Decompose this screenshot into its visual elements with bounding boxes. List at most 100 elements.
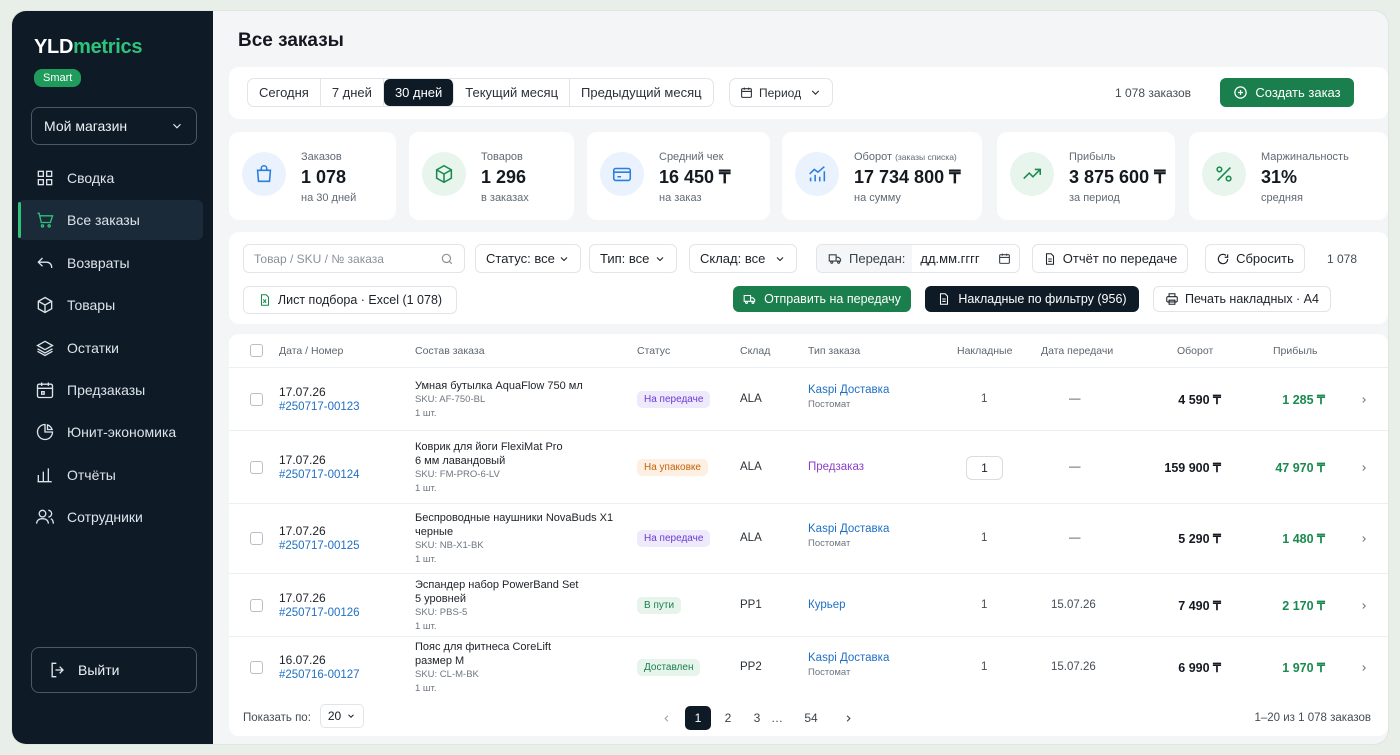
product-name: черные [415, 526, 454, 538]
period-tab-1[interactable]: 7 дней [321, 79, 384, 106]
transfer-report-button[interactable]: Отчёт по передаче [1032, 244, 1188, 273]
product-name: 5 уровней [415, 592, 466, 605]
order-date: 17.07.26 [279, 524, 326, 538]
sidebar: YLDmetrics Smart Мой магазин Сводка Все з… [12, 11, 213, 744]
stat-label: Прибыль [1069, 151, 1116, 163]
order-profit: 1 480 ₸ [1282, 532, 1325, 546]
status-filter[interactable]: Статус: все [475, 244, 581, 273]
row-checkbox[interactable] [250, 598, 263, 612]
row-open-button[interactable] [1359, 662, 1369, 676]
order-type-sub: Постомат [808, 538, 851, 549]
row-checkbox[interactable] [250, 460, 263, 474]
sidebar-item-2[interactable]: Возвраты [18, 243, 203, 283]
cube-icon [435, 164, 453, 184]
row-open-button[interactable] [1359, 533, 1369, 547]
period-picker[interactable]: Период [729, 78, 834, 107]
sidebar-item-1[interactable]: Все заказы [18, 200, 203, 241]
next-page-button[interactable] [835, 706, 861, 730]
create-order-button[interactable]: Создать заказ [1220, 78, 1354, 107]
invoice-count: 1 [981, 598, 988, 611]
stat-sub: на 30 дней [301, 192, 357, 204]
chevron-right-icon [1362, 396, 1366, 403]
order-type[interactable]: Kaspi Доставка [808, 523, 889, 535]
row-open-button[interactable] [1359, 600, 1369, 614]
order-type-sub: Постомат [808, 667, 851, 678]
page-button[interactable]: 1 [685, 706, 711, 730]
table-row[interactable]: 17.07.26 #250717-00125 Беспроводные наушни… [229, 504, 1388, 574]
order-type[interactable]: Предзаказ [808, 461, 864, 473]
chevron-down-icon [811, 90, 820, 95]
print-invoices-button[interactable]: Печать накладных · A4 [1153, 286, 1331, 312]
chevron-down-icon [560, 256, 568, 261]
period-tab-3[interactable]: Текущий месяц [454, 79, 571, 106]
row-checkbox[interactable] [250, 392, 263, 406]
transfer-date-value: дд.мм.гггг [920, 251, 980, 266]
sidebar-item-4[interactable]: Остатки [18, 328, 203, 368]
picklist-excel-button[interactable]: Лист подбора · Excel (1 078) [243, 286, 457, 314]
stat-value: 3 875 600 ₸ [1069, 167, 1166, 187]
search-input[interactable]: Товар / SKU / № заказа [243, 244, 465, 273]
bar-chart-icon [37, 468, 52, 483]
warehouse-code: PP2 [740, 661, 762, 673]
type-filter[interactable]: Тип: все [589, 244, 677, 273]
page-button[interactable]: 54 [798, 706, 824, 730]
stat-label: Средний чек [659, 151, 724, 163]
prev-page-button[interactable] [653, 706, 679, 730]
stat-card: Оборот (заказы списка) 17 734 800 ₸ на сум… [782, 132, 982, 220]
order-profit: 1 970 ₸ [1282, 661, 1325, 675]
page-button[interactable]: 3 [744, 706, 770, 730]
sidebar-item-label: Все заказы [67, 212, 140, 229]
sidebar-item-7[interactable]: Отчёты [18, 455, 203, 495]
invoice-count-input[interactable]: 1 [966, 455, 1003, 480]
warehouse-filter[interactable]: Склад: все [689, 244, 797, 273]
product-name: Умная бутылка AquaFlow 750 мл [415, 379, 583, 392]
table-row[interactable]: 16.07.26 #250716-00127 Пояс для фитнеса Co… [229, 637, 1388, 699]
order-number-link[interactable]: #250717-00126 [279, 607, 360, 619]
row-checkbox[interactable] [250, 661, 263, 674]
column-header: Дата передачи [1041, 345, 1114, 357]
row-checkbox[interactable] [250, 532, 263, 545]
product-sku: SKU: AF-750-BL [415, 393, 486, 405]
period-bar: Сегодня 7 дней 30 дней Текущий месяц Предыду… [229, 67, 1388, 119]
period-tab-4[interactable]: Предыдущий месяц [570, 79, 713, 106]
page-button[interactable]: 2 [715, 706, 741, 730]
logout-button[interactable]: Выйти [31, 647, 197, 693]
transfer-date-input[interactable]: дд.мм.гггг [912, 251, 1019, 266]
sidebar-item-label: Возвраты [67, 254, 130, 271]
stat-sub: в заказах [481, 192, 529, 204]
sidebar-item-5[interactable]: Предзаказы [18, 370, 203, 410]
order-number-link[interactable]: #250717-00125 [279, 540, 360, 552]
order-type[interactable]: Kaspi Доставка [808, 652, 889, 664]
sidebar-item-3[interactable]: Товары [18, 285, 203, 325]
period-tab-0[interactable]: Сегодня [248, 79, 321, 106]
sidebar-item-6[interactable]: Юнит-экономика [18, 412, 203, 452]
reset-button[interactable]: Сбросить [1205, 244, 1305, 273]
return-arrow-icon [37, 257, 53, 268]
sidebar-item-0[interactable]: Сводка [18, 158, 203, 198]
transfer-date-filter[interactable]: Передан: дд.мм.гггг [816, 244, 1020, 273]
order-number-link[interactable]: #250716-00127 [279, 669, 360, 681]
row-open-button[interactable] [1359, 394, 1369, 408]
table-row[interactable]: 17.07.26 #250717-00123 Умная бутылка AquaF… [229, 368, 1388, 431]
order-type[interactable]: Курьер [808, 599, 846, 611]
stat-label: Маржинальность [1261, 151, 1349, 163]
stat-card: Заказов 1 078 на 30 дней [229, 132, 396, 220]
order-number-link[interactable]: #250717-00123 [279, 401, 360, 413]
invoice-count: 1 [981, 532, 988, 544]
plus-circle-icon [1234, 86, 1248, 99]
order-type[interactable]: Kaspi Доставка [808, 384, 889, 396]
store-selector[interactable]: Мой магазин [31, 107, 197, 145]
sidebar-item-8[interactable]: Сотрудники [18, 497, 203, 537]
page-size-select[interactable]: 20 [320, 704, 364, 728]
period-tab-2[interactable]: 30 дней [383, 79, 455, 106]
order-number-link[interactable]: #250717-00124 [279, 469, 360, 481]
table-row[interactable]: 17.07.26 #250717-00124 Коврик для йоги Fle… [229, 431, 1388, 504]
row-open-button[interactable] [1359, 462, 1369, 476]
table-row[interactable]: 17.07.26 #250717-00126 Эспандер набор Powe… [229, 574, 1388, 637]
select-all-checkbox[interactable] [250, 344, 263, 357]
invoices-by-filter-button[interactable]: Накладные по фильтру (956) [925, 286, 1139, 312]
send-to-transfer-button[interactable]: Отправить на передачу [733, 286, 911, 312]
chart-up-icon [809, 166, 826, 182]
page-size-value: 20 [327, 709, 342, 723]
order-items: Коврик для йоги FlexiMat Pro 6 мм лавандо… [415, 440, 563, 496]
